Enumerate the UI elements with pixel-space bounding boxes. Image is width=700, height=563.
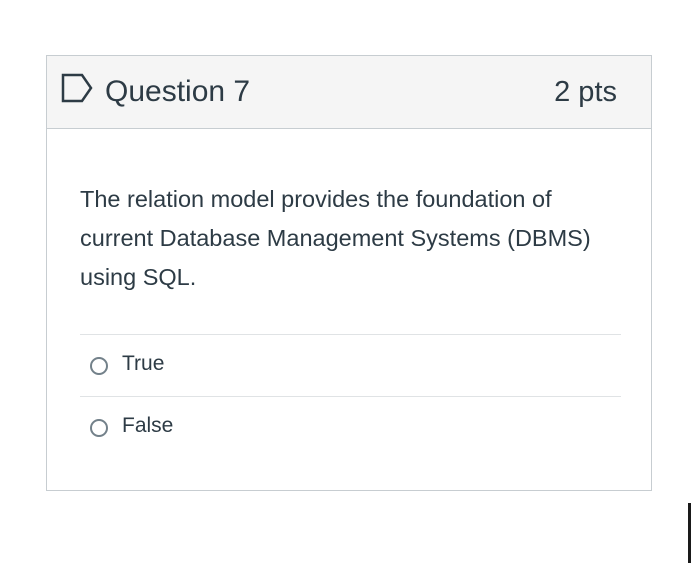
question-text: The relation model provides the foundati… — [80, 186, 591, 290]
scrollbar[interactable] — [688, 503, 691, 563]
flag-question-icon[interactable] — [61, 73, 93, 103]
radio-true[interactable] — [90, 357, 108, 375]
answer-option-false[interactable]: False — [80, 396, 621, 458]
answer-option-true[interactable]: True — [80, 334, 621, 396]
page: Question 7 2 pts The relation model prov… — [0, 0, 700, 563]
answer-label-true[interactable]: True — [122, 350, 164, 378]
question-header: Question 7 2 pts — [47, 56, 651, 129]
answer-list: True False — [80, 334, 621, 458]
radio-false[interactable] — [90, 419, 108, 437]
question-title: Question 7 — [105, 75, 251, 108]
answer-label-false[interactable]: False — [122, 412, 173, 440]
question-card: Question 7 2 pts The relation model prov… — [46, 55, 652, 491]
question-points: 2 pts — [554, 76, 617, 108]
